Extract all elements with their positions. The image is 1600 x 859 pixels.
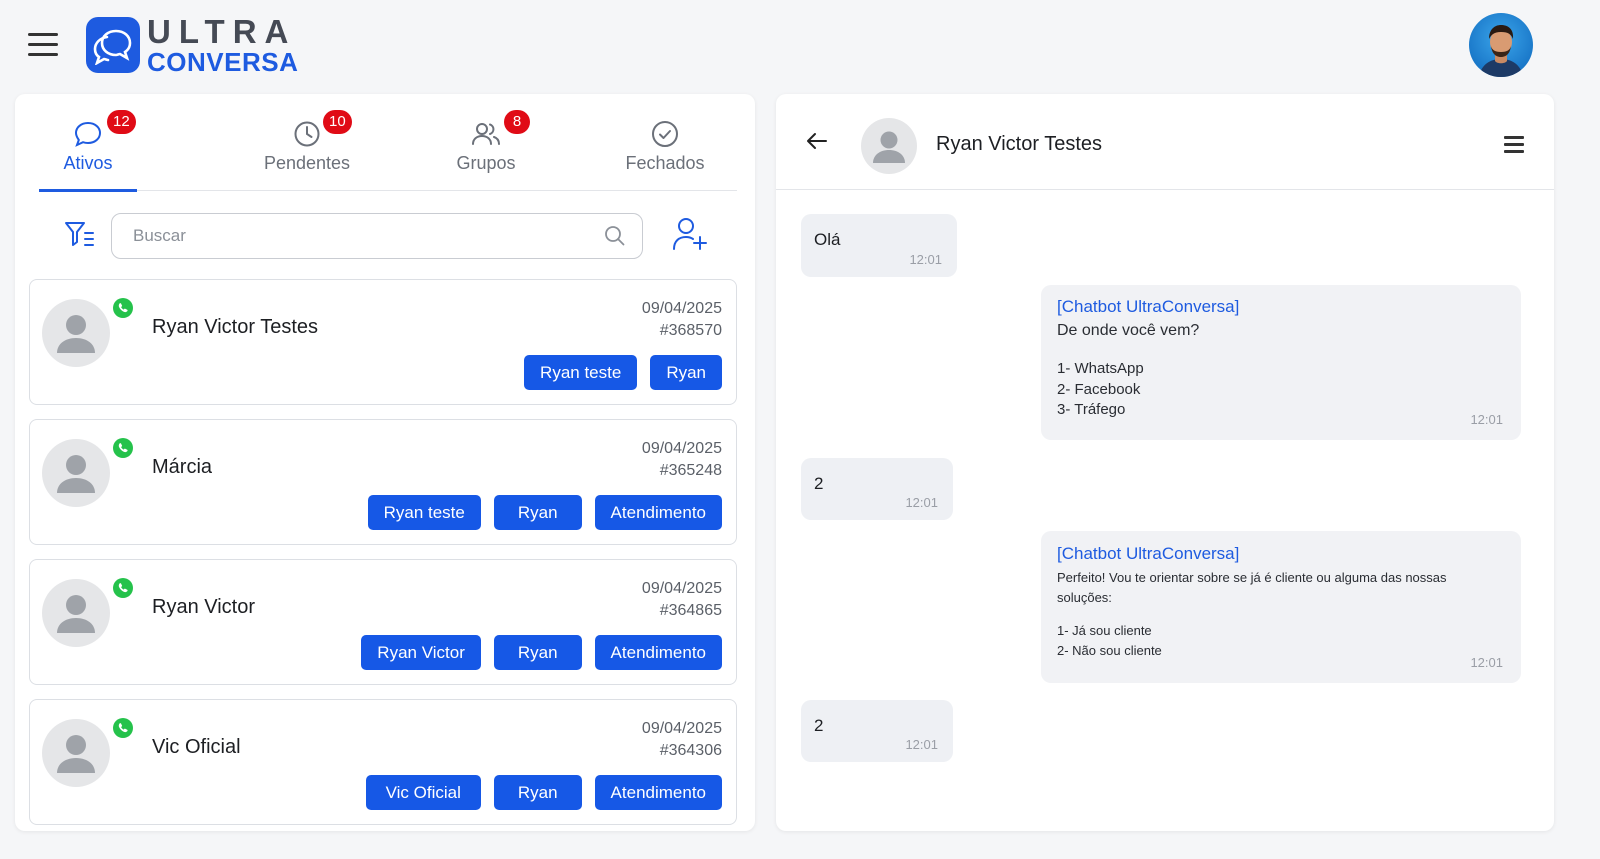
whatsapp-icon bbox=[112, 437, 134, 464]
message-text: De onde você vem? bbox=[1057, 322, 1200, 339]
check-circle-icon bbox=[650, 119, 680, 154]
tab-grupos-badge: 8 bbox=[504, 110, 530, 134]
whatsapp-icon bbox=[112, 717, 134, 744]
tab-ativos-label: Ativos bbox=[63, 153, 113, 173]
tag-button[interactable]: Vic Oficial bbox=[365, 775, 481, 810]
conversations-panel: 12 Ativos 10 Pendentes 8 Grupos Fechados bbox=[15, 94, 755, 831]
chat-panel: Ryan Victor Testes Olá 12:01 [Chatbot Ul… bbox=[776, 94, 1554, 831]
contact-card[interactable]: Ryan Victor 09/04/2025 #364865 Ryan Vict… bbox=[29, 559, 737, 685]
bot-title: [Chatbot UltraConversa] bbox=[1057, 544, 1240, 563]
filter-icon[interactable] bbox=[63, 219, 97, 251]
back-arrow-icon[interactable] bbox=[806, 132, 828, 155]
chat-bubbles-logo-icon bbox=[86, 17, 140, 73]
chat-header: Ryan Victor Testes bbox=[776, 94, 1554, 190]
contact-ticket-id: #364865 bbox=[659, 602, 722, 619]
contact-ticket-id: #364306 bbox=[659, 742, 722, 759]
search-input[interactable] bbox=[112, 214, 572, 257]
message-text: 2 bbox=[814, 474, 824, 493]
avatar bbox=[42, 579, 110, 647]
tab-ativos-badge: 12 bbox=[107, 110, 136, 134]
avatar[interactable] bbox=[861, 118, 917, 174]
tag-button[interactable]: Atendimento bbox=[594, 635, 722, 670]
app-logo[interactable]: ULTRA CONVERSA bbox=[86, 13, 299, 77]
message-bubble-bot: [Chatbot UltraConversa] Perfeito! Vou te… bbox=[1041, 531, 1521, 683]
add-contact-icon[interactable] bbox=[671, 215, 709, 258]
tag-button[interactable]: Atendimento bbox=[594, 775, 722, 810]
tag-list: Ryan Victor Ryan Atendimento bbox=[361, 635, 722, 670]
message-time: 12:01 bbox=[905, 737, 938, 752]
option-item: 3- Tráfego bbox=[1057, 401, 1126, 418]
contact-ticket-id: #365248 bbox=[659, 462, 722, 479]
contact-card[interactable]: Vic Oficial 09/04/2025 #364306 Vic Ofici… bbox=[29, 699, 737, 825]
contact-date: 09/04/2025 bbox=[641, 300, 722, 317]
message-time: 12:01 bbox=[909, 252, 942, 267]
contact-name: Ryan Victor Testes bbox=[152, 316, 319, 338]
option-item: 1- Já sou cliente bbox=[1057, 623, 1152, 638]
contact-date: 09/04/2025 bbox=[641, 440, 722, 457]
hamburger-menu-icon[interactable] bbox=[28, 33, 58, 57]
whatsapp-icon bbox=[112, 577, 134, 604]
avatar bbox=[42, 299, 110, 367]
clock-icon bbox=[292, 119, 322, 154]
tab-pendentes-badge: 10 bbox=[323, 110, 352, 134]
message-text: soluções: bbox=[1057, 590, 1112, 605]
tag-button[interactable]: Ryan Victor bbox=[361, 635, 481, 670]
tag-list: Vic Oficial Ryan Atendimento bbox=[365, 775, 722, 810]
option-item: 2- Facebook bbox=[1057, 381, 1141, 398]
top-bar: ULTRA CONVERSA bbox=[0, 0, 1600, 92]
contact-name: Ryan Victor bbox=[152, 596, 256, 618]
tag-button[interactable]: Atendimento bbox=[594, 495, 722, 530]
contact-ticket-id: #368570 bbox=[659, 322, 722, 339]
chat-menu-icon[interactable] bbox=[1504, 136, 1524, 153]
contact-date: 09/04/2025 bbox=[641, 580, 722, 597]
avatar bbox=[42, 719, 110, 787]
users-icon bbox=[470, 119, 502, 154]
message-bubble-bot: [Chatbot UltraConversa] De onde você vem… bbox=[1041, 285, 1521, 440]
tag-button[interactable]: Ryan teste bbox=[524, 355, 638, 390]
tag-button[interactable]: Ryan bbox=[650, 355, 722, 390]
tab-pendentes[interactable]: 10 Pendentes bbox=[237, 94, 377, 191]
tag-button[interactable]: Ryan bbox=[493, 635, 582, 670]
conversation-tabs: 12 Ativos 10 Pendentes 8 Grupos Fechados bbox=[39, 94, 737, 192]
tab-pendentes-label: Pendentes bbox=[263, 153, 351, 173]
message-time: 12:01 bbox=[1470, 655, 1503, 670]
tab-grupos[interactable]: 8 Grupos bbox=[431, 94, 541, 191]
logo-text-conversa: CONVERSA bbox=[147, 47, 299, 77]
tag-button[interactable]: Ryan bbox=[493, 775, 582, 810]
message-text: Perfeito! Vou te orientar sobre se já é … bbox=[1057, 570, 1447, 585]
contact-card[interactable]: Márcia 09/04/2025 #365248 Ryan teste Rya… bbox=[29, 419, 737, 545]
tag-button[interactable]: Ryan teste bbox=[367, 495, 481, 530]
search-field[interactable] bbox=[111, 213, 643, 259]
logo-text-ultra: ULTRA bbox=[147, 13, 297, 50]
message-time: 12:01 bbox=[1470, 412, 1503, 427]
message-text: 2 bbox=[814, 716, 824, 735]
user-profile-avatar[interactable] bbox=[1469, 13, 1533, 77]
bot-title: [Chatbot UltraConversa] bbox=[1057, 297, 1240, 316]
tag-button[interactable]: Ryan bbox=[493, 495, 582, 530]
chat-contact-name: Ryan Victor Testes bbox=[936, 133, 1103, 155]
contact-date: 09/04/2025 bbox=[641, 720, 722, 737]
message-bubble-incoming: 2 12:01 bbox=[801, 700, 953, 762]
option-item: 1- WhatsApp bbox=[1057, 360, 1144, 377]
tag-list: Ryan teste Ryan Atendimento bbox=[367, 495, 722, 530]
message-text: Olá bbox=[814, 230, 841, 249]
avatar bbox=[42, 439, 110, 507]
chat-bubble-icon bbox=[73, 119, 103, 154]
tab-ativos[interactable]: 12 Ativos bbox=[39, 94, 137, 192]
tag-list: Ryan teste Ryan bbox=[524, 355, 722, 390]
message-time: 12:01 bbox=[905, 495, 938, 510]
search-icon[interactable] bbox=[604, 225, 626, 252]
tab-fechados[interactable]: Fechados bbox=[615, 94, 715, 191]
message-bubble-incoming: Olá 12:01 bbox=[801, 214, 957, 277]
tab-grupos-label: Grupos bbox=[456, 153, 516, 173]
option-item: 2- Não sou cliente bbox=[1057, 643, 1162, 658]
tab-fechados-label: Fechados bbox=[625, 153, 705, 173]
message-bubble-incoming: 2 12:01 bbox=[801, 458, 953, 520]
contact-card[interactable]: Ryan Victor Testes 09/04/2025 #368570 Ry… bbox=[29, 279, 737, 405]
whatsapp-icon bbox=[112, 297, 134, 324]
contact-name: Vic Oficial bbox=[152, 736, 241, 758]
contact-name: Márcia bbox=[152, 456, 213, 478]
